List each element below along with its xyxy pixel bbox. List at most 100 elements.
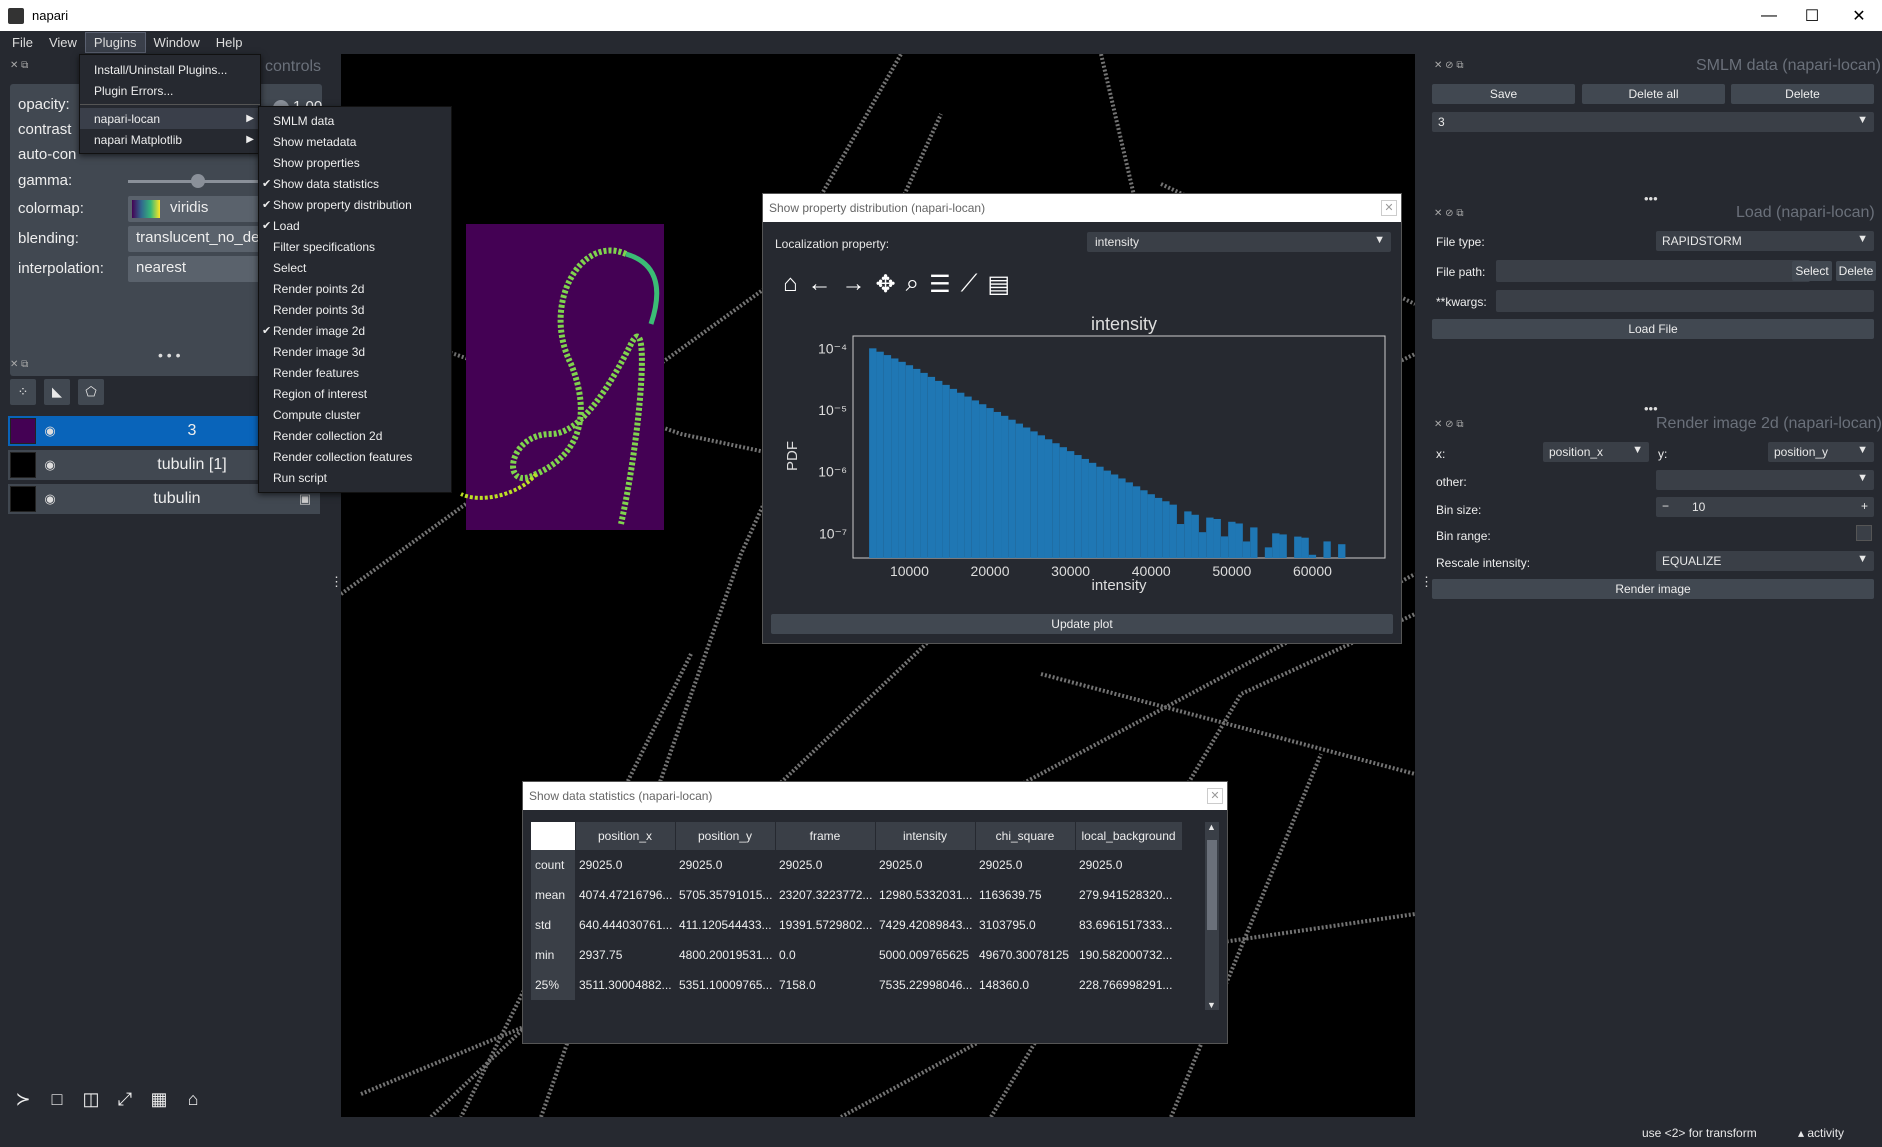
scrollbar-thumb[interactable] bbox=[1207, 840, 1217, 930]
pan-icon[interactable]: ✥ bbox=[876, 270, 896, 299]
table-cell[interactable]: 12980.5332031... bbox=[875, 880, 975, 910]
delete-path-button[interactable]: Delete bbox=[1836, 261, 1876, 281]
table-cell[interactable]: 4074.47216796... bbox=[575, 880, 675, 910]
table-cell[interactable]: 2937.75 bbox=[575, 940, 675, 970]
table-cell[interactable]: 29025.0 bbox=[575, 850, 675, 880]
submenu-item[interactable]: ✔ Show property distribution bbox=[259, 194, 451, 215]
home-icon[interactable]: ⌂ bbox=[783, 270, 798, 299]
row-header[interactable]: min bbox=[531, 940, 575, 970]
splitter-handle[interactable]: ••• bbox=[1644, 401, 1658, 416]
table-cell[interactable]: 640.444030761... bbox=[575, 910, 675, 940]
row-header[interactable]: count bbox=[531, 850, 575, 880]
grid-icon[interactable]: ▦ bbox=[146, 1086, 172, 1112]
submenu-item[interactable]: ✔ Show data statistics bbox=[259, 173, 451, 194]
activity-toggle[interactable]: ▴ activity bbox=[1798, 1126, 1844, 1140]
table-cell[interactable]: 7429.42089843... bbox=[875, 910, 975, 940]
submenu-item[interactable]: Select bbox=[259, 257, 451, 278]
submenu-item[interactable]: ✔ Load bbox=[259, 215, 451, 236]
render-image-button[interactable]: Render image bbox=[1432, 579, 1874, 599]
scrollbar[interactable]: ▲ ▼ bbox=[1205, 822, 1219, 1010]
roll-dims-icon[interactable]: ◫ bbox=[78, 1086, 104, 1112]
column-header[interactable]: frame bbox=[775, 822, 876, 850]
new-shapes-layer-button[interactable]: ◣ bbox=[44, 379, 70, 405]
table-cell[interactable]: 148360.0 bbox=[975, 970, 1075, 1000]
visibility-eye-icon[interactable]: ◉ bbox=[36, 491, 64, 507]
bin-size-spinbox[interactable]: − 10 + bbox=[1656, 497, 1874, 517]
x-property-select[interactable]: position_x ▼ bbox=[1543, 442, 1649, 462]
ndisplay-toggle-icon[interactable]: □ bbox=[44, 1086, 70, 1112]
table-cell[interactable]: 7535.22998046... bbox=[875, 970, 975, 1000]
submenu-item[interactable]: Show metadata bbox=[259, 131, 451, 152]
edit-axis-icon[interactable]: ⟋ bbox=[961, 270, 978, 299]
table-cell[interactable]: 23207.3223772... bbox=[775, 880, 875, 910]
transpose-icon[interactable]: ⤢ bbox=[112, 1086, 138, 1112]
table-cell[interactable]: 1163639.75 bbox=[975, 880, 1075, 910]
menu-help[interactable]: Help bbox=[208, 33, 251, 52]
maximize-button[interactable]: ☐ bbox=[1789, 0, 1835, 31]
load-file-button[interactable]: Load File bbox=[1432, 319, 1874, 339]
table-cell[interactable]: 3511.30004882... bbox=[575, 970, 675, 1000]
table-cell[interactable]: 4800.20019531... bbox=[675, 940, 775, 970]
table-cell[interactable]: 228.766998291... bbox=[1075, 970, 1182, 1000]
close-icon[interactable]: ✕ bbox=[1207, 788, 1223, 804]
zoom-icon[interactable]: ⌕ bbox=[906, 270, 919, 299]
save-button[interactable]: Save bbox=[1432, 84, 1575, 104]
dock-close-float-icon[interactable]: ✕ ⊘ ⧉ bbox=[1434, 208, 1463, 219]
interpolation-select[interactable]: nearest bbox=[128, 256, 278, 282]
forward-arrow-icon[interactable]: → bbox=[842, 270, 866, 299]
delete-button[interactable]: Delete bbox=[1731, 84, 1874, 104]
dock-float-icon[interactable]: ✕ ⧉ bbox=[10, 60, 28, 71]
table-cell[interactable]: 29025.0 bbox=[775, 850, 875, 880]
submenu-item[interactable]: Compute cluster bbox=[259, 404, 451, 425]
smlm-data-select[interactable]: 3 ▼ bbox=[1432, 112, 1874, 132]
bin-range-checkbox[interactable] bbox=[1856, 525, 1872, 541]
console-icon[interactable]: ≻ bbox=[10, 1086, 36, 1112]
submenu-item[interactable]: Show properties bbox=[259, 152, 451, 173]
scroll-down-icon[interactable]: ▼ bbox=[1207, 1000, 1216, 1010]
menu-item-napari-matplotlib[interactable]: napari Matplotlib ▶ bbox=[80, 129, 260, 150]
table-cell[interactable]: 5351.10009765... bbox=[675, 970, 775, 1000]
table-cell[interactable]: 5000.009765625 bbox=[875, 940, 975, 970]
file-type-select[interactable]: RAPIDSTORM ▼ bbox=[1656, 231, 1874, 251]
new-points-layer-button[interactable]: ⁘ bbox=[10, 379, 36, 405]
layer-name[interactable]: tubulin bbox=[64, 490, 290, 508]
update-plot-button[interactable]: Update plot bbox=[771, 614, 1393, 634]
save-figure-icon[interactable]: ▤ bbox=[987, 270, 1010, 299]
gamma-slider-handle[interactable] bbox=[191, 174, 205, 188]
menu-item-install-plugins[interactable]: Install/Uninstall Plugins... bbox=[80, 59, 260, 80]
dock-close-float-icon[interactable]: ✕ ⊘ ⧉ bbox=[1434, 60, 1463, 71]
menu-file[interactable]: File bbox=[4, 33, 41, 52]
table-cell[interactable]: 29025.0 bbox=[975, 850, 1075, 880]
submenu-item[interactable]: Render collection 2d bbox=[259, 425, 451, 446]
table-cell[interactable]: 19391.5729802... bbox=[775, 910, 875, 940]
row-header[interactable]: 25% bbox=[531, 970, 575, 1000]
visibility-eye-icon[interactable]: ◉ bbox=[36, 457, 64, 473]
back-arrow-icon[interactable]: ← bbox=[808, 270, 832, 299]
layerlist-float-icon[interactable]: ✕ ⧉ bbox=[10, 359, 28, 370]
table-cell[interactable]: 49670.30078125 bbox=[975, 940, 1075, 970]
column-header[interactable]: chi_square bbox=[975, 822, 1076, 850]
rescale-select[interactable]: EQUALIZE ▼ bbox=[1656, 551, 1874, 571]
dock-resize-handle[interactable]: ⋮ bbox=[1420, 574, 1433, 590]
submenu-item[interactable]: SMLM data bbox=[259, 110, 451, 131]
table-cell[interactable]: 3103795.0 bbox=[975, 910, 1075, 940]
table-cell[interactable]: 29025.0 bbox=[1075, 850, 1182, 880]
minimize-button[interactable]: — bbox=[1746, 0, 1792, 31]
home-icon[interactable]: ⌂ bbox=[180, 1086, 206, 1112]
blending-select[interactable]: translucent_no_de bbox=[128, 226, 278, 252]
delete-all-button[interactable]: Delete all bbox=[1582, 84, 1725, 104]
select-file-button[interactable]: Select bbox=[1792, 261, 1832, 281]
row-header[interactable]: std bbox=[531, 910, 575, 940]
close-button[interactable]: ✕ bbox=[1836, 0, 1882, 31]
dock-close-float-icon[interactable]: ✕ ⊘ ⧉ bbox=[1434, 419, 1463, 430]
property-select[interactable]: intensity ▼ bbox=[1087, 232, 1391, 252]
decrement-icon[interactable]: − bbox=[1662, 499, 1669, 513]
increment-icon[interactable]: + bbox=[1861, 499, 1868, 513]
configure-subplots-icon[interactable]: ☰ bbox=[929, 270, 951, 299]
close-icon[interactable]: ✕ bbox=[1381, 200, 1397, 216]
submenu-item[interactable]: Render points 2d bbox=[259, 278, 451, 299]
table-cell[interactable]: 279.941528320... bbox=[1075, 880, 1182, 910]
colormap-select[interactable]: viridis bbox=[128, 196, 278, 222]
submenu-item[interactable]: Render image 3d bbox=[259, 341, 451, 362]
corner-cell[interactable] bbox=[531, 822, 576, 850]
